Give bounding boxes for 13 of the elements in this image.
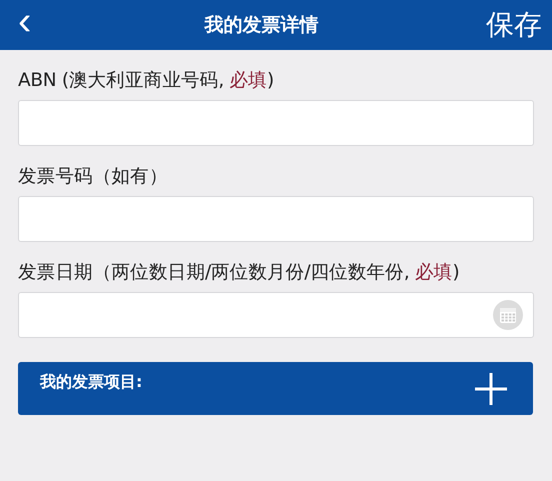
input-field[interactable] xyxy=(18,100,534,146)
field-label: ABN (澳大利亚商业号码, 必填) xyxy=(18,69,275,93)
save-button[interactable]: 保存 xyxy=(486,6,542,44)
back-button[interactable]: ‹ xyxy=(12,1,38,41)
field-label: 发票号码（如有） xyxy=(18,165,169,189)
input-field[interactable] xyxy=(18,292,534,338)
input-field[interactable] xyxy=(18,196,534,242)
page-title: 我的发票详情 xyxy=(203,13,320,38)
add-button[interactable] xyxy=(473,370,509,406)
plus-icon xyxy=(473,370,509,406)
calendar-icon[interactable] xyxy=(493,300,523,330)
section-title: 我的发票项目: xyxy=(40,372,144,393)
field-label: 发票日期（两位数日期/两位数月份/四位数年份, 必填) xyxy=(18,261,460,285)
